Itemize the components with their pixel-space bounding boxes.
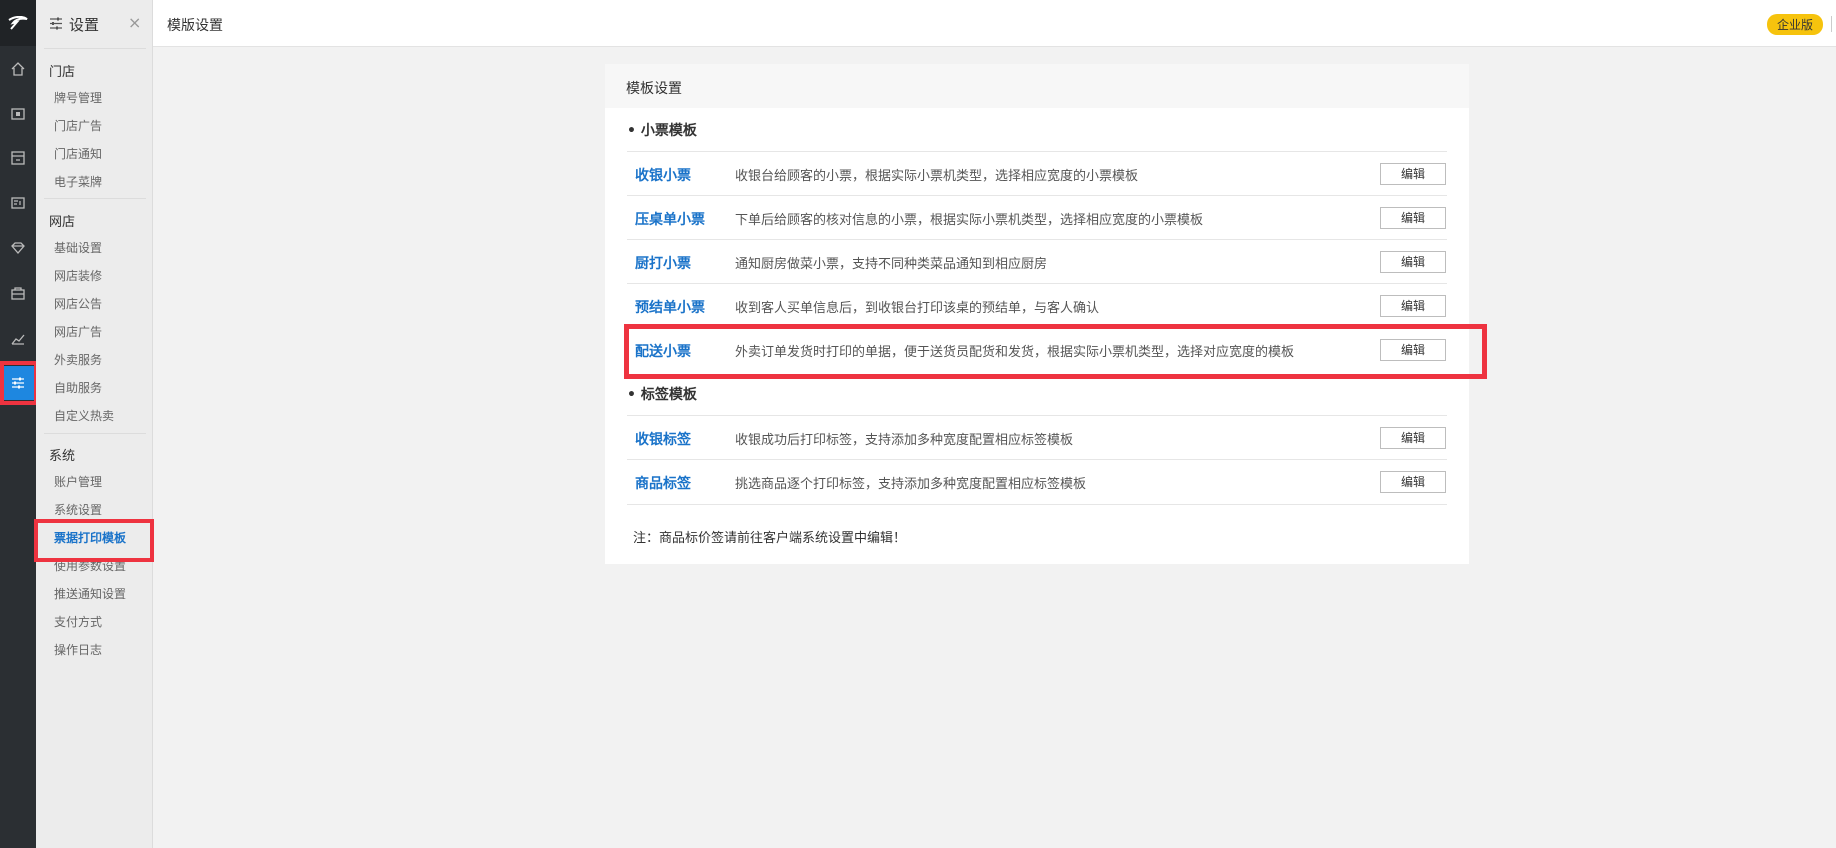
template-row: 收银小票 收银台给顾客的小票，根据实际小票机类型，选择相应宽度的小票模板 编辑 — [627, 151, 1447, 196]
template-name[interactable]: 预结单小票 — [635, 297, 705, 317]
sidebar-item-brand[interactable]: 牌号管理 — [54, 89, 102, 106]
template-desc: 下单后给顾客的核对信息的小票，根据实际小票机类型，选择相应宽度的小票模板 — [735, 213, 1204, 228]
store-icon[interactable] — [0, 141, 36, 175]
sidebar-group-online-store: 网店 — [49, 215, 76, 230]
template-row: 收银标签 收银成功后打印标签，支持添加多种宽度配置相应标签模板 编辑 — [627, 415, 1447, 460]
highlight-box-rail — [0, 361, 38, 405]
template-name[interactable]: 商品标签 — [635, 473, 691, 493]
template-name[interactable]: 厨打小票 — [635, 253, 691, 273]
edit-button[interactable]: 编辑 — [1380, 251, 1446, 273]
template-name[interactable]: 收银标签 — [635, 429, 691, 449]
edit-button[interactable]: 编辑 — [1380, 427, 1446, 449]
panel-header: 模板设置 — [605, 64, 1469, 108]
settings-sidebar: 设置 × 门店 牌号管理 门店广告 门店通知 电子菜牌 网店 基础设置 网店装修… — [36, 0, 153, 848]
sidebar-group-system: 系统 — [49, 449, 76, 464]
edit-button[interactable]: 编辑 — [1380, 295, 1446, 317]
template-panel: 模板设置 • 小票模板 收银小票 收银台给顾客的小票，根据实际小票机类型，选择相… — [605, 64, 1469, 564]
template-row: 压桌单小票 下单后给顾客的核对信息的小票，根据实际小票机类型，选择相应宽度的小票… — [627, 195, 1447, 240]
template-row: 厨打小票 通知厨房做菜小票，支持不同种类菜品通知到相应厨房 编辑 — [627, 239, 1447, 284]
member-card-icon[interactable] — [0, 186, 36, 220]
template-desc: 收到客人买单信息后，到收银台打印该桌的预结单，与客人确认 — [735, 301, 1100, 316]
close-icon[interactable]: × — [128, 13, 141, 32]
sidebar-item-system-settings[interactable]: 系统设置 — [54, 501, 102, 518]
template-desc: 挑选商品逐个打印标签，支持添加多种宽度配置相应标签模板 — [735, 477, 1087, 492]
note-text: 注：商品标价签请前往客户端系统设置中编辑！ — [633, 531, 907, 546]
template-name[interactable]: 压桌单小票 — [635, 209, 705, 229]
section-title-label: • 标签模板 — [627, 387, 697, 403]
page-title: 模版设置 — [167, 18, 223, 34]
divider — [44, 48, 146, 49]
logo-icon[interactable] — [0, 0, 36, 46]
template-desc: 收银成功后打印标签，支持添加多种宽度配置相应标签模板 — [735, 433, 1074, 448]
wallet-icon[interactable] — [0, 97, 36, 131]
template-row: 预结单小票 收到客人买单信息后，到收银台打印该桌的预结单，与客人确认 编辑 — [627, 283, 1447, 328]
sidebar-group-store: 门店 — [49, 65, 76, 80]
template-name[interactable]: 收银小票 — [635, 165, 691, 185]
divider — [44, 433, 146, 434]
highlight-box-delivery-row — [624, 324, 1487, 379]
sidebar-item-announcement[interactable]: 网店公告 — [54, 295, 102, 312]
bag-icon[interactable] — [0, 276, 36, 310]
sidebar-item-online-ads[interactable]: 网店广告 — [54, 323, 102, 340]
sidebar-item-self-service[interactable]: 自助服务 — [54, 379, 102, 396]
sidebar-item-takeout[interactable]: 外卖服务 — [54, 351, 102, 368]
panel-title: 模板设置 — [626, 81, 682, 97]
sidebar-item-basic-settings[interactable]: 基础设置 — [54, 239, 102, 256]
edit-button[interactable]: 编辑 — [1380, 207, 1446, 229]
edition-badge: 企业版 — [1767, 14, 1824, 35]
sidebar-item-store-ads[interactable]: 门店广告 — [54, 117, 102, 134]
chart-icon[interactable] — [0, 322, 36, 356]
divider — [627, 504, 1447, 505]
sidebar-item-push-notify[interactable]: 推送通知设置 — [54, 585, 126, 602]
sidebar-item-e-menu[interactable]: 电子菜牌 — [54, 173, 102, 190]
edit-button[interactable]: 编辑 — [1380, 471, 1446, 493]
sidebar-item-logs[interactable]: 操作日志 — [54, 641, 102, 658]
section-title-receipt: • 小票模板 — [627, 123, 697, 139]
sidebar-title: 设置 — [69, 16, 100, 34]
sidebar-item-store-notice[interactable]: 门店通知 — [54, 145, 102, 162]
top-bar: 模版设置 企业版 — [153, 0, 1836, 47]
sidebar-header: 设置 × — [36, 0, 152, 48]
home-icon[interactable] — [0, 52, 36, 86]
sidebar-item-accounts[interactable]: 账户管理 — [54, 473, 102, 490]
sidebar-item-custom-hot[interactable]: 自定义热卖 — [54, 407, 114, 424]
sidebar-item-payment[interactable]: 支付方式 — [54, 613, 102, 630]
divider — [44, 198, 146, 199]
template-desc: 收银台给顾客的小票，根据实际小票机类型，选择相应宽度的小票模板 — [735, 169, 1139, 184]
divider — [1831, 16, 1832, 32]
template-desc: 通知厨房做菜小票，支持不同种类菜品通知到相应厨房 — [735, 257, 1048, 272]
settings-sliders-icon — [49, 17, 63, 34]
diamond-icon[interactable] — [0, 231, 36, 265]
icon-rail — [0, 0, 38, 848]
edit-button[interactable]: 编辑 — [1380, 163, 1446, 185]
highlight-box-sidebar — [34, 519, 154, 562]
template-row: 商品标签 挑选商品逐个打印标签，支持添加多种宽度配置相应标签模板 编辑 — [627, 459, 1447, 504]
sidebar-item-decoration[interactable]: 网店装修 — [54, 267, 102, 284]
